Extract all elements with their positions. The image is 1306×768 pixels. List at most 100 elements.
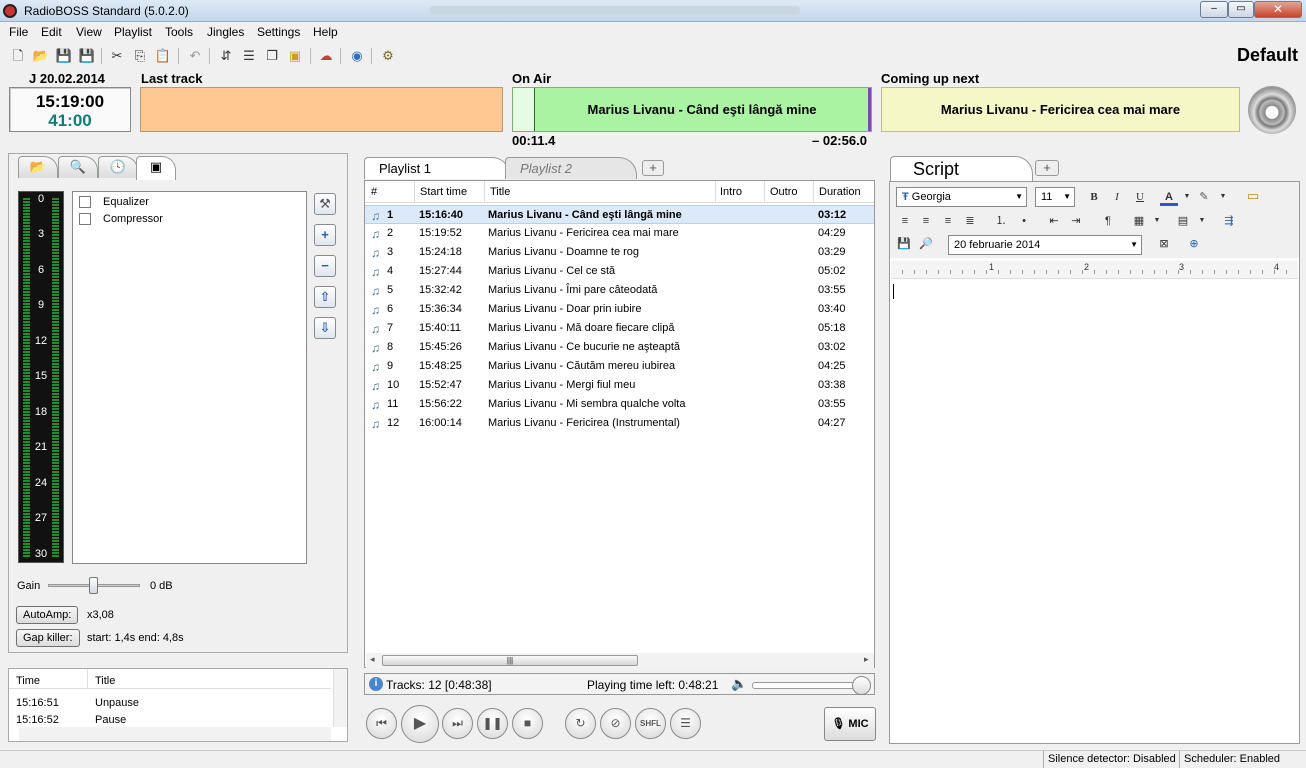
playlist-row[interactable]: ♫ 5 15:32:42 Marius Livanu - Îmi pare câteo… [365,281,874,300]
insert-rows-icon[interactable]: ⇶ [1220,212,1238,230]
speaker-icon[interactable] [1248,86,1296,134]
tab-search-icon[interactable]: 🔍 [58,156,98,178]
shuffle-button[interactable]: SHFL [635,708,666,739]
col-title[interactable]: Title [490,186,510,198]
cloud-icon[interactable]: ☁ [317,47,335,65]
tab-effects-icon[interactable]: ▣ [136,156,176,180]
playlist-row[interactable]: ♫ 7 15:40:11 Marius Livanu - Mă doare fieca… [365,319,874,338]
zoom-icon[interactable]: ⊕ [1185,235,1203,253]
play-button[interactable]: ▶ [401,705,439,743]
app-icon[interactable] [3,4,17,18]
playlist-menu-button[interactable]: ☰ [670,708,701,739]
table-icon[interactable]: ▤ [1174,212,1192,230]
font-color-icon[interactable]: A [1160,188,1178,206]
font-size-select[interactable]: 11 ▼ [1035,187,1075,207]
indent-decrease-icon[interactable]: ⇤ [1045,212,1063,230]
text-ruler[interactable] [891,261,1298,279]
align-justify-icon[interactable]: ≣ [961,212,979,230]
gapkiller-button[interactable]: Gap killer: [16,629,80,647]
col-start-time[interactable]: Start time [420,186,467,198]
playlist-row[interactable]: ♫ 10 15:52:47 Marius Livanu - Mergi fiul me… [365,376,874,395]
tab-playlist-2[interactable]: Playlist 2 [505,157,637,179]
playlist-row[interactable]: ♫ 1 15:16:40 Marius Livanu - Când eşti lâng… [365,205,874,224]
bullet-list-icon[interactable]: • [1015,212,1033,230]
scroll-right-icon[interactable]: ▸ [864,654,869,665]
playlist-row[interactable]: ♫ 2 15:19:52 Marius Livanu - Fericirea cea … [365,224,874,243]
minimize-button[interactable]: – [1200,1,1228,18]
new-file-icon[interactable]: 🗋 [9,47,27,65]
volume-icon[interactable]: 🔈 [731,676,747,692]
disable-button[interactable]: ⊘ [600,708,631,739]
insert-command-icon[interactable]: ▣ [286,47,304,65]
cut-icon[interactable]: ✂ [108,47,126,65]
on-air-box[interactable]: Marius Livanu - Când eşti lângă mine [512,87,872,132]
log-vscrollbar[interactable] [333,669,347,727]
log-hscrollbar[interactable] [19,727,331,741]
align-right-icon[interactable]: ≡ [939,212,957,230]
align-left-icon[interactable]: ≡ [896,212,914,230]
effect-compressor[interactable]: Compressor [79,213,163,226]
equalizer-checkbox[interactable] [79,196,91,209]
paste-icon[interactable]: 📋 [154,47,172,65]
menu-help[interactable]: Help [313,25,338,39]
autoamp-button[interactable]: AutoAmp: [16,606,79,624]
menu-file[interactable]: File [9,25,28,39]
playlist-row[interactable]: ♫ 11 15:56:22 Marius Livanu - Mi sembra qua… [365,395,874,414]
log-col-time[interactable]: Time [16,675,40,687]
playlist-row[interactable]: ♫ 4 15:27:44 Marius Livanu - Cel ce stă 05:0… [365,262,874,281]
chevron-down-icon[interactable]: ▼ [1214,188,1232,206]
move-down-icon[interactable]: ⇩ [314,317,336,339]
silence-detector-status[interactable]: Silence detector: Disabled [1043,751,1180,768]
save-as-icon[interactable]: 💾 [78,47,96,65]
volume-slider-thumb[interactable] [851,676,871,695]
comment-icon[interactable]: ▭ [1244,187,1262,205]
pause-button[interactable]: ❚❚ [477,708,508,739]
maximize-button[interactable]: ▭ [1228,1,1254,18]
tab-playlist-1[interactable]: Playlist 1 [364,157,510,179]
open-folder-icon[interactable]: 📂 [32,47,50,65]
next-button[interactable]: ⏭ [442,708,473,739]
previous-button[interactable]: ⏮ [366,708,397,739]
menu-edit[interactable]: Edit [41,25,62,39]
delete-script-icon[interactable]: ⊠ [1155,235,1173,253]
playlist-row[interactable]: ♫ 8 15:45:26 Marius Livanu - Ce bucurie ne … [365,338,874,357]
effect-settings-icon[interactable]: ⚒ [314,193,336,215]
scroll-left-icon[interactable]: ◂ [370,654,375,665]
menu-tools[interactable]: Tools [165,25,193,39]
tab-script[interactable]: Script [890,156,1033,181]
mic-button[interactable]: 🎙 MIC [824,707,876,741]
chevron-down-icon[interactable]: ▼ [1148,212,1166,230]
scheduler-gear-icon[interactable]: ⚙ [379,47,397,65]
col-duration[interactable]: Duration [819,186,861,198]
move-up-icon[interactable]: ⇧ [314,286,336,308]
add-playlist-icon[interactable]: + [642,160,664,176]
undo-icon[interactable]: ↶ [186,47,204,65]
add-script-icon[interactable]: + [1035,160,1059,176]
insert-track-icon[interactable]: ⇵ [217,47,235,65]
menu-settings[interactable]: Settings [257,25,300,39]
tab-clock-icon[interactable]: 🕓 [98,156,138,178]
italic-icon[interactable]: I [1108,188,1126,206]
col-outro[interactable]: Outro [770,186,798,198]
indent-increase-icon[interactable]: ⇥ [1067,212,1085,230]
close-button[interactable]: ✕ [1254,1,1302,18]
menu-playlist[interactable]: Playlist [114,25,152,39]
highlight-icon[interactable]: ✎ [1195,188,1213,206]
menu-view[interactable]: View [76,25,102,39]
copy-icon[interactable]: ⎘ [131,47,149,65]
col-intro[interactable]: Intro [720,186,742,198]
font-select[interactable]: Ŧ Georgia ▼ [896,187,1027,207]
playlist-row[interactable]: ♫ 6 15:36:34 Marius Livanu - Doar prin iubi… [365,300,874,319]
numbered-list-icon[interactable]: ⒈ [992,212,1010,230]
load-script-icon[interactable]: 🔎 [917,235,935,253]
bold-icon[interactable]: B [1085,188,1103,206]
date-select[interactable]: 20 februarie 2014 ▼ [948,235,1142,255]
playlist-row[interactable]: ♫ 3 15:24:18 Marius Livanu - Doamne te rog 0… [365,243,874,262]
insert-folder-icon[interactable]: ❐ [263,47,281,65]
loop-button[interactable]: ↻ [565,708,596,739]
log-col-title[interactable]: Title [95,675,115,687]
add-effect-icon[interactable]: + [314,224,336,246]
tab-folder-icon[interactable]: 📂 [18,156,58,178]
compressor-checkbox[interactable] [79,213,91,226]
playlist-row[interactable]: ♫ 9 15:48:25 Marius Livanu - Căutăm mereu i… [365,357,874,376]
